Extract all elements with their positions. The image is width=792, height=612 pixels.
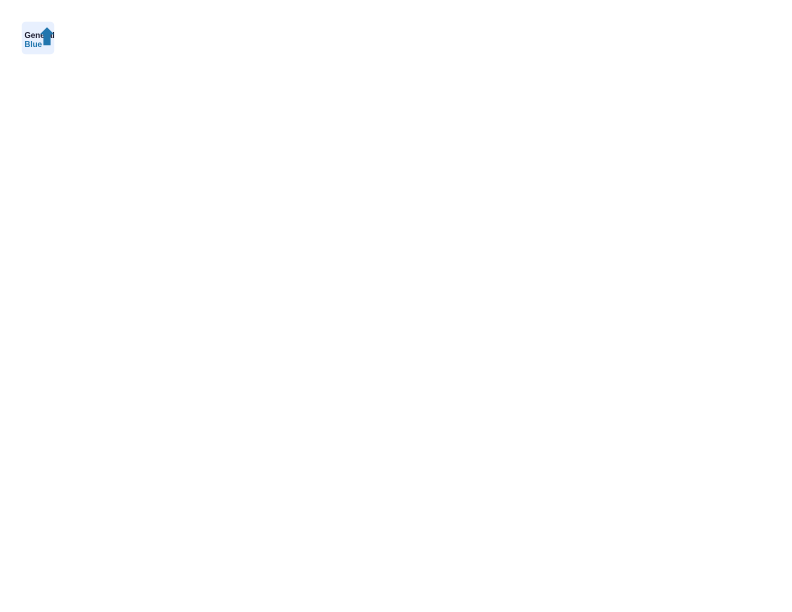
svg-text:Blue: Blue: [25, 40, 43, 49]
page-header: General Blue: [20, 20, 772, 56]
logo-icon: General Blue: [20, 20, 56, 56]
logo: General Blue: [20, 20, 60, 56]
